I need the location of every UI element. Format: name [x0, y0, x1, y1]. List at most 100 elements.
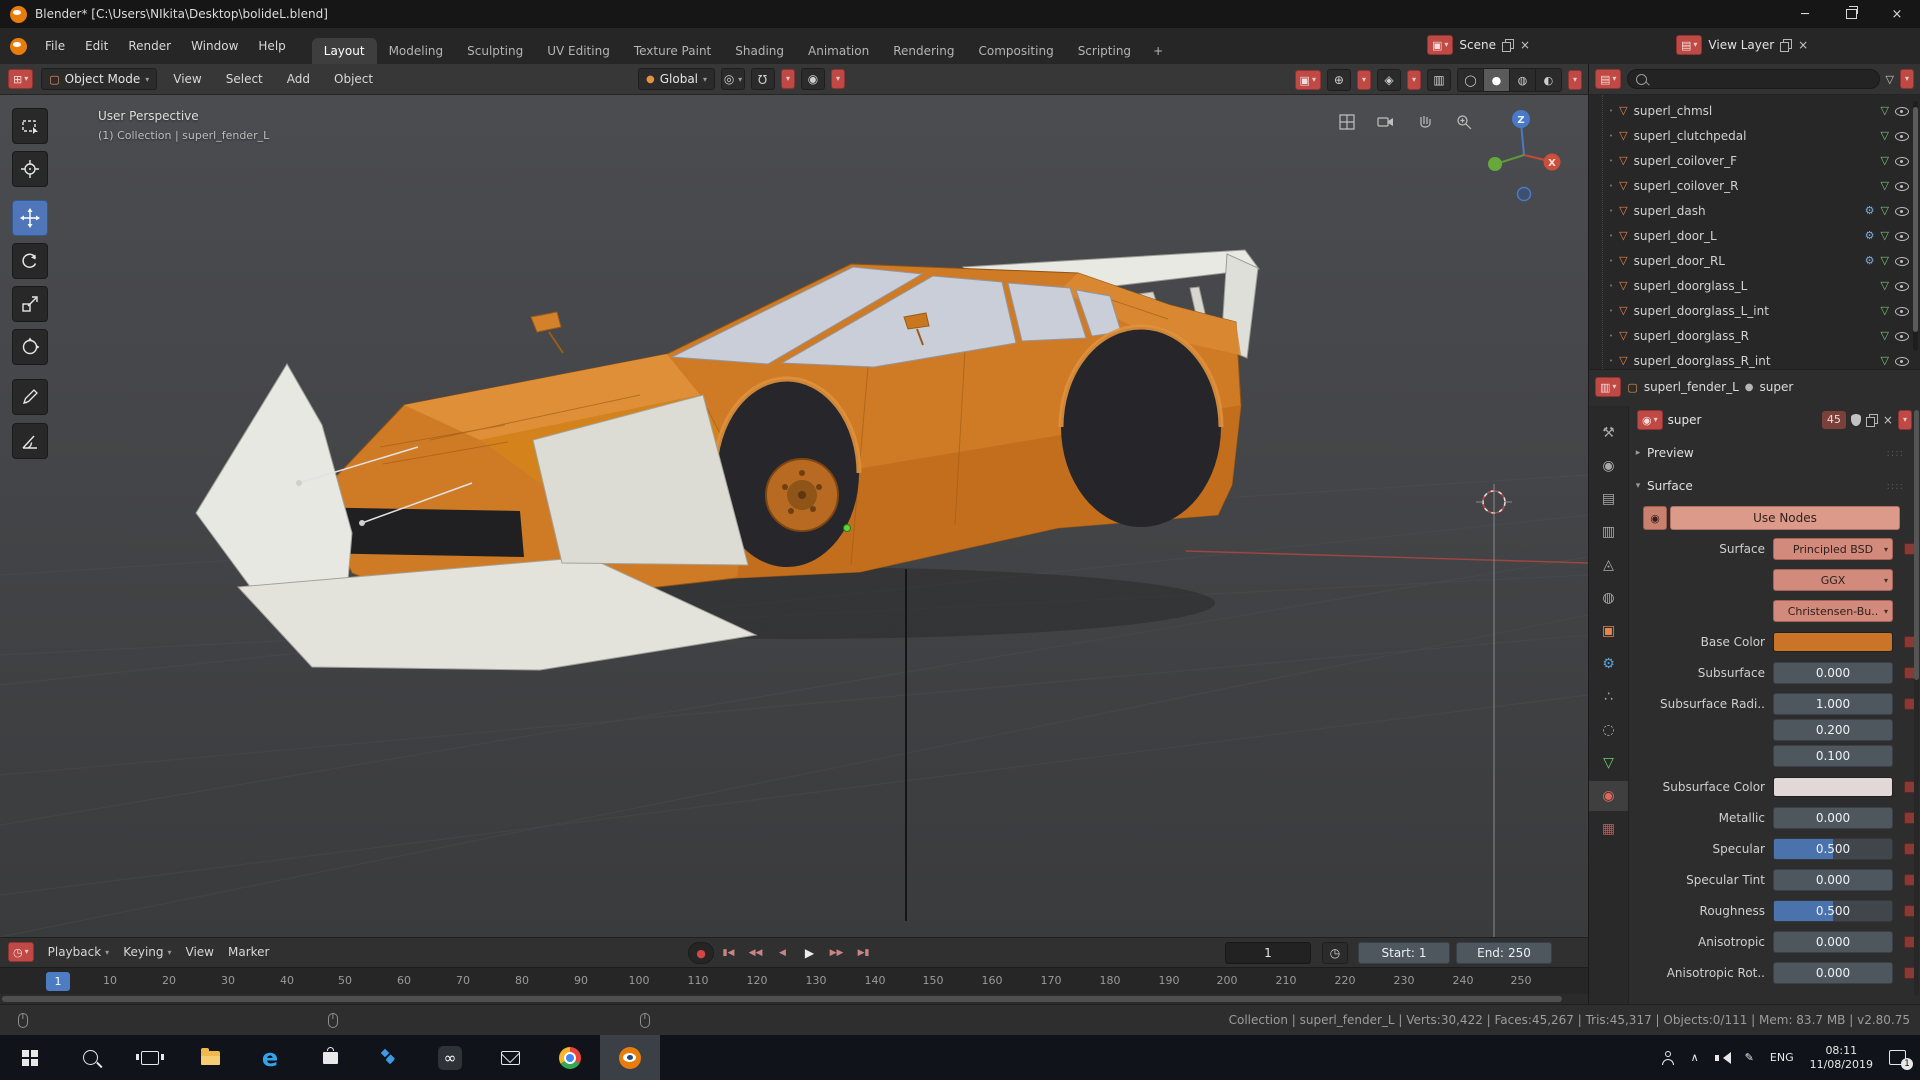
- tab-scripting[interactable]: Scripting: [1066, 38, 1143, 64]
- tab-rendering[interactable]: Rendering: [881, 38, 966, 64]
- edge-button[interactable]: e: [240, 1035, 300, 1080]
- task-view-button[interactable]: [120, 1035, 180, 1080]
- visibility-eye-icon[interactable]: [1895, 355, 1910, 367]
- tab-animation[interactable]: Animation: [796, 38, 881, 64]
- visibility-eye-icon[interactable]: [1895, 155, 1910, 167]
- xray-toggle[interactable]: ▥: [1427, 69, 1451, 91]
- menu-object[interactable]: Object: [326, 72, 381, 86]
- browse-scene-button[interactable]: ▣▾: [1427, 35, 1453, 55]
- timeline-ruler[interactable]: 1 10 20 30 40 50 60 70 80 90 100 110 120…: [0, 967, 1588, 994]
- object-name[interactable]: superl_coilover_F: [1634, 154, 1875, 168]
- action-center-button[interactable]: 1: [1889, 1050, 1906, 1065]
- tool-scale[interactable]: [12, 286, 48, 322]
- frame-start-field[interactable]: Start:1: [1358, 942, 1450, 964]
- viewport-canvas[interactable]: Z X: [0, 95, 1588, 937]
- tab-output[interactable]: ▤: [1589, 484, 1628, 514]
- object-name[interactable]: superl_doorglass_L_int: [1634, 304, 1875, 318]
- disclosure-dot-icon[interactable]: •: [1609, 307, 1613, 315]
- record-button[interactable]: ●: [688, 942, 714, 964]
- object-name[interactable]: superl_door_L: [1634, 229, 1859, 243]
- minimize-button[interactable]: ─: [1782, 0, 1828, 28]
- object-name[interactable]: superl_door_RL: [1634, 254, 1859, 268]
- outliner-row[interactable]: •▽superl_coilover_R▽: [1589, 173, 1920, 198]
- material-specials-dropdown[interactable]: ▾: [1898, 410, 1912, 430]
- visibility-eye-icon[interactable]: [1895, 105, 1910, 117]
- properties-editor-type-button[interactable]: ▥▾: [1595, 377, 1621, 397]
- outliner-scrollbar-thumb[interactable]: [1913, 107, 1918, 332]
- playback-menu[interactable]: Playback▾: [48, 945, 110, 959]
- outliner-panel[interactable]: •▽superl_chmsl▽ •▽superl_clutchpedal▽ •▽…: [1588, 95, 1920, 369]
- outliner-row[interactable]: •▽superl_door_L⚙▽: [1589, 223, 1920, 248]
- maximize-button[interactable]: [1828, 0, 1874, 28]
- toggle-ortho-button[interactable]: [1332, 107, 1362, 137]
- proportional-editing-toggle[interactable]: ◉: [801, 68, 825, 90]
- timeline-scrollbar-thumb[interactable]: [2, 996, 1562, 1002]
- play-reverse-button[interactable]: ◀: [770, 942, 795, 964]
- disclosure-dot-icon[interactable]: •: [1609, 332, 1613, 340]
- menu-edit[interactable]: Edit: [75, 28, 118, 64]
- shading-rendered-button[interactable]: ◐: [1536, 69, 1561, 91]
- outliner-row[interactable]: •▽superl_doorglass_R▽: [1589, 323, 1920, 348]
- distribution-dropdown[interactable]: GGX▾: [1773, 569, 1893, 591]
- menu-view[interactable]: View: [165, 72, 209, 86]
- timeline-editor-type-button[interactable]: ◷▾: [8, 942, 34, 962]
- use-nodes-button[interactable]: Use Nodes: [1670, 506, 1900, 530]
- tab-compositing[interactable]: Compositing: [966, 38, 1065, 64]
- outliner-row[interactable]: •▽superl_doorglass_R_int▽: [1589, 348, 1920, 369]
- tray-chevron-up-icon[interactable]: ∧: [1691, 1051, 1699, 1064]
- gizmo-minus-z-axis[interactable]: [1518, 188, 1531, 201]
- gizmos-toggle[interactable]: ⊕: [1327, 69, 1351, 91]
- mode-dropdown[interactable]: ▢Object Mode▾: [41, 68, 157, 90]
- marker-menu[interactable]: Marker: [228, 945, 269, 959]
- scene-name[interactable]: Scene: [1459, 38, 1496, 52]
- tab-layout[interactable]: Layout: [312, 38, 377, 64]
- tool-move[interactable]: [12, 200, 48, 236]
- object-name[interactable]: superl_dash: [1634, 204, 1859, 218]
- tab-sculpting[interactable]: Sculpting: [455, 38, 535, 64]
- gizmo-y-axis[interactable]: [1488, 157, 1502, 171]
- subsurface-radius-z-field[interactable]: 0.100: [1773, 745, 1893, 767]
- outliner-row[interactable]: •▽superl_doorglass_L▽: [1589, 273, 1920, 298]
- taskbar-search-button[interactable]: [60, 1035, 120, 1080]
- tab-object-data[interactable]: ▽: [1589, 748, 1628, 778]
- visibility-eye-icon[interactable]: [1895, 130, 1910, 142]
- panel-surface[interactable]: ▾ Surface ::::: [1629, 474, 1914, 498]
- tab-modifiers[interactable]: ⚙: [1589, 649, 1628, 679]
- breadcrumb-material-name[interactable]: super: [1760, 380, 1794, 394]
- outliner-row[interactable]: •▽superl_coilover_F▽: [1589, 148, 1920, 173]
- outliner-row[interactable]: •▽superl_door_RL⚙▽: [1589, 248, 1920, 273]
- outliner-search-input[interactable]: [1627, 69, 1879, 89]
- surface-shader-dropdown[interactable]: Principled BSD▾: [1773, 538, 1893, 560]
- tab-uv-editing[interactable]: UV Editing: [535, 38, 622, 64]
- close-button[interactable]: ×: [1874, 0, 1920, 28]
- view-menu[interactable]: View: [186, 945, 214, 959]
- outliner-scrollbar[interactable]: [1913, 101, 1918, 351]
- menu-add[interactable]: Add: [279, 72, 318, 86]
- tool-rotate[interactable]: [12, 243, 48, 279]
- menu-render[interactable]: Render: [118, 28, 181, 64]
- disclosure-dot-icon[interactable]: •: [1609, 182, 1613, 190]
- object-name[interactable]: superl_doorglass_R: [1634, 329, 1875, 343]
- filter-icon[interactable]: ▽: [1886, 73, 1894, 86]
- node-tree-icon[interactable]: ◉: [1643, 506, 1667, 530]
- add-workspace-button[interactable]: +: [1143, 38, 1173, 64]
- next-keyframe-button[interactable]: ▶▶: [824, 942, 849, 964]
- shading-dropdown[interactable]: ▾: [1568, 70, 1582, 90]
- language-indicator[interactable]: ENG: [1770, 1051, 1794, 1064]
- volume-icon[interactable]: [1715, 1051, 1729, 1065]
- object-name[interactable]: superl_coilover_R: [1634, 179, 1875, 193]
- subsurface-method-dropdown[interactable]: Christensen-Bu..▾: [1773, 600, 1893, 622]
- people-icon[interactable]: [1662, 1051, 1675, 1065]
- new-scene-icon[interactable]: [1502, 39, 1514, 52]
- browse-view-layer-button[interactable]: ▤▾: [1676, 35, 1702, 55]
- pan-view-button[interactable]: [1410, 107, 1440, 137]
- playhead[interactable]: 1: [46, 972, 70, 991]
- subsurface-color-swatch[interactable]: [1773, 777, 1893, 797]
- app-menu-blender-icon[interactable]: [10, 38, 27, 55]
- subsurface-radius-x-field[interactable]: 1.000: [1773, 693, 1893, 715]
- app-infinity-button[interactable]: ∞: [420, 1035, 480, 1080]
- object-name[interactable]: superl_chmsl: [1634, 104, 1875, 118]
- file-explorer-button[interactable]: [180, 1035, 240, 1080]
- jump-to-end-button[interactable]: ▶▮: [851, 942, 876, 964]
- tab-shading[interactable]: Shading: [723, 38, 796, 64]
